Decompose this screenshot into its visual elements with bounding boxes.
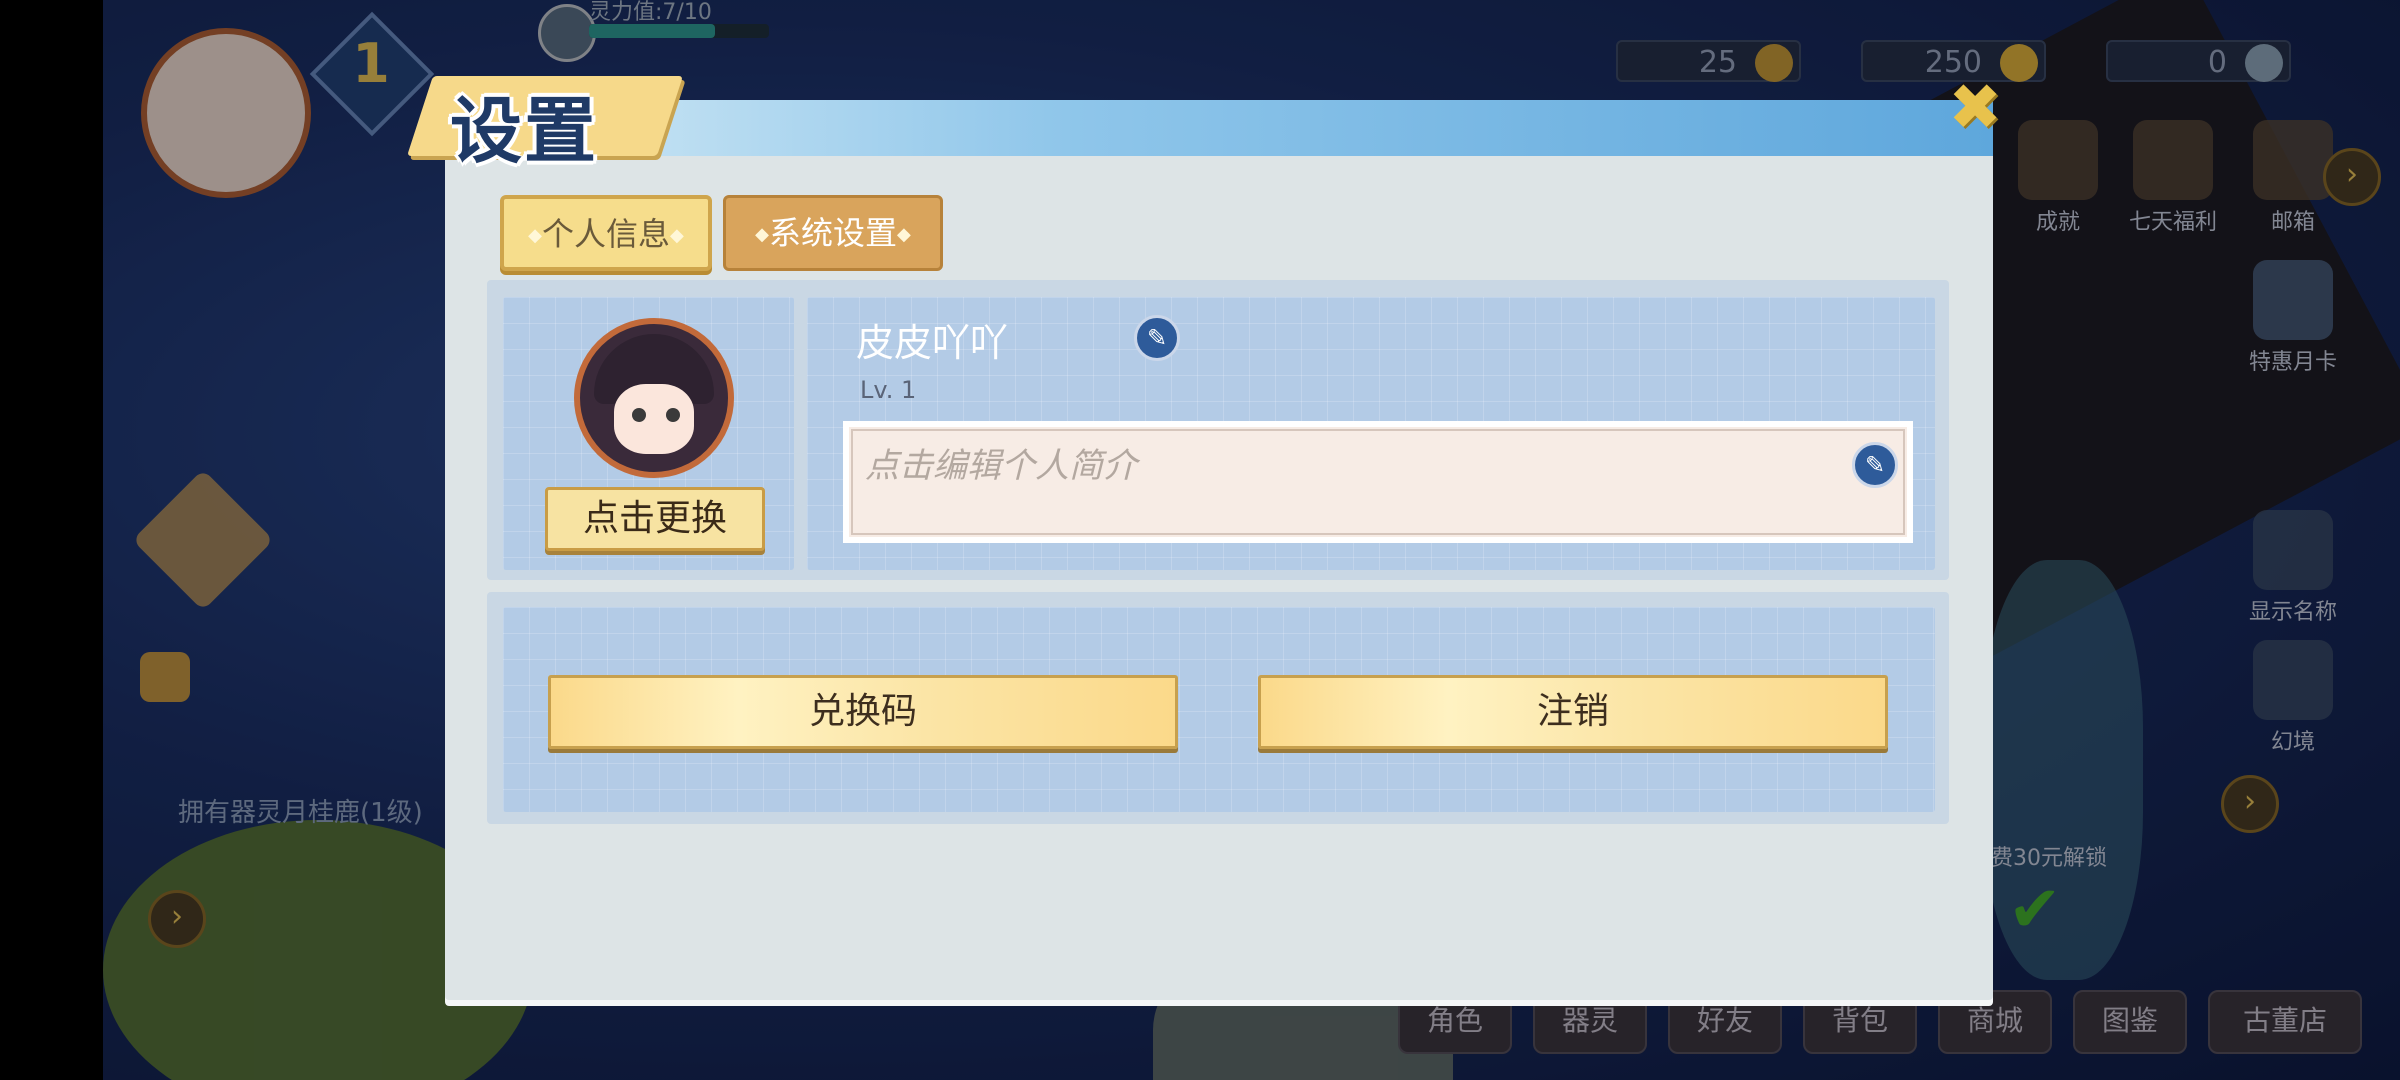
dialog-header [445, 100, 1993, 156]
redeem-code-button[interactable]: 兑换码 [548, 675, 1178, 749]
dialog-title: 设置 [450, 89, 599, 173]
diamond-icon: ◆ [897, 224, 911, 245]
diamond-icon: ◆ [755, 224, 769, 245]
dialog-title-banner: 设置 [407, 66, 683, 173]
tab-label: 个人信息 [541, 215, 670, 253]
diamond-icon: ◆ [670, 225, 684, 246]
tab-label: 系统设置 [768, 214, 897, 252]
change-avatar-button[interactable]: 点击更换 [545, 487, 765, 551]
close-button[interactable]: ✖ [1943, 76, 2007, 142]
player-level-text: Lv. 1 [860, 376, 917, 404]
intro-input[interactable] [863, 445, 1767, 487]
profile-avatar[interactable] [574, 318, 734, 478]
edit-name-icon[interactable]: ✎ [1134, 315, 1180, 361]
edit-intro-icon[interactable]: ✎ [1852, 442, 1898, 488]
tab-system-settings[interactable]: ◆系统设置◆ [723, 195, 943, 271]
diamond-icon: ◆ [528, 225, 542, 246]
logout-button[interactable]: 注销 [1258, 675, 1888, 749]
close-icon: ✖ [1948, 71, 2002, 145]
tab-personal-info[interactable]: ◆个人信息◆ [500, 195, 712, 271]
nickname: 皮皮吖吖 [856, 321, 1009, 365]
intro-box[interactable] [843, 421, 1913, 543]
